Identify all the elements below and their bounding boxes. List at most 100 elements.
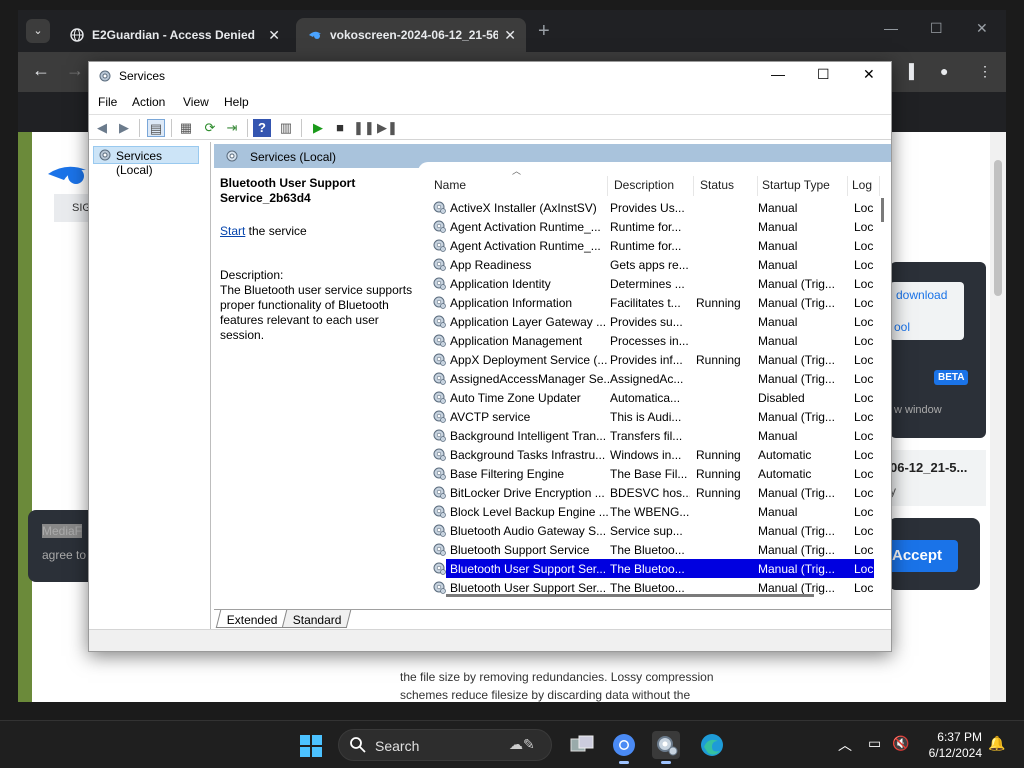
new-tab-button[interactable]: + (538, 20, 550, 43)
back-icon[interactable]: ◀ (93, 119, 111, 137)
services-app-icon[interactable] (652, 731, 680, 764)
horizontal-scrollbar[interactable] (432, 590, 862, 602)
taskbar-search[interactable]: Search ☁✎ (338, 729, 552, 761)
tab-search-button[interactable]: ⌄ (26, 19, 50, 43)
profile-icon[interactable]: ● (940, 63, 948, 79)
service-logon-cell: Loc (854, 334, 874, 348)
table-row[interactable]: Auto Time Zone Updater Automatica... Disab… (418, 388, 888, 407)
start-service-icon[interactable]: ▶ (309, 119, 327, 137)
restart-service-icon[interactable]: ▶❚ (377, 119, 398, 137)
more-menu-icon[interactable]: ⋮ (978, 63, 992, 80)
table-row[interactable]: Background Tasks Infrastru... Windows in.… (418, 445, 888, 464)
tab-extended[interactable]: Extended (215, 610, 287, 628)
menu-view[interactable]: View (183, 95, 209, 109)
table-row[interactable]: BitLocker Drive Encryption ... BDESVC hos… (418, 483, 888, 502)
console-tree: Services (Local) (89, 142, 211, 629)
table-row[interactable]: Bluetooth Audio Gateway S... Service sup.… (418, 521, 888, 540)
refresh-icon[interactable]: ⟳ (201, 119, 219, 137)
service-logon-cell: Loc (854, 315, 874, 329)
start-service-link[interactable]: Start (220, 224, 245, 238)
description-label: Description: (220, 268, 284, 282)
properties-icon[interactable]: ▦ (177, 119, 195, 137)
show-hidden-icons-icon[interactable]: ︿ (838, 735, 852, 755)
table-row[interactable]: ActiveX Installer (AxInstSV) Provides Us.… (418, 198, 888, 217)
help-icon[interactable]: ? (253, 119, 271, 137)
table-row[interactable]: Block Level Backup Engine ... The WBENG..… (418, 502, 888, 521)
column-header-status[interactable]: Status (696, 176, 758, 196)
service-description-cell: BDESVC hos... (610, 486, 690, 500)
table-row[interactable]: Application Information Facilitates t... R… (418, 293, 888, 312)
tab-vokoscreen[interactable]: vokoscreen-2024-06-12_21-56 ✕ (296, 18, 526, 52)
service-gear-icon (432, 238, 447, 253)
menu-help[interactable]: Help (224, 95, 249, 109)
tree-node-services-local[interactable]: Services (Local) (93, 146, 199, 177)
forward-arrow-icon[interactable]: → (66, 60, 84, 81)
close-button[interactable]: ✕ (976, 20, 988, 37)
service-gear-icon (432, 561, 447, 576)
table-row[interactable]: Application Management Processes in... Man… (418, 331, 888, 350)
maximize-button[interactable]: ☐ (930, 20, 943, 37)
minimize-button[interactable]: — (771, 66, 785, 82)
column-header-name[interactable]: Name (430, 176, 608, 196)
column-header-startup-type[interactable]: Startup Type (758, 176, 848, 196)
edge-app-icon[interactable] (698, 731, 726, 759)
side-panel-icon[interactable]: ▐ (904, 63, 914, 79)
service-startup-cell: Manual (758, 258, 798, 272)
page-background-strip (18, 132, 32, 702)
table-row[interactable]: Agent Activation Runtime_... Runtime for.… (418, 236, 888, 255)
console-icon[interactable]: ▥ (277, 119, 295, 137)
vertical-scrollbar[interactable] (876, 192, 888, 592)
table-row[interactable]: Base Filtering Engine The Base Fil... Runn… (418, 464, 888, 483)
pause-service-icon[interactable]: ❚❚ (353, 119, 375, 137)
table-row[interactable]: Application Layer Gateway ... Provides su… (418, 312, 888, 331)
notification-bell-icon[interactable]: 🔔 (988, 735, 1005, 752)
menu-file[interactable]: File (98, 95, 117, 109)
service-name-cell: Bluetooth Support Service (450, 543, 590, 557)
windows-start-icon[interactable] (300, 735, 322, 757)
tab-standard[interactable]: Standard (281, 610, 351, 628)
close-button[interactable]: ✕ (863, 66, 875, 83)
page-scrollbar[interactable] (990, 132, 1006, 702)
tool-link[interactable]: ool (894, 320, 910, 334)
stop-service-icon[interactable]: ■ (331, 119, 349, 137)
table-row[interactable]: AVCTP service This is Audi... Manual (Trig… (418, 407, 888, 426)
scrollbar-thumb[interactable] (446, 594, 814, 597)
service-gear-icon (432, 504, 447, 519)
menu-action[interactable]: Action (132, 95, 165, 109)
table-row[interactable]: AppX Deployment Service (... Provides inf… (418, 350, 888, 369)
volume-muted-icon[interactable]: 🔇 (892, 735, 909, 752)
column-header-description[interactable]: Description (610, 176, 694, 196)
download-link[interactable]: download (896, 288, 947, 302)
table-row[interactable]: Bluetooth Support Service The Bluetoo... M… (418, 540, 888, 559)
table-row[interactable]: AssignedAccessManager Se... AssignedAc...… (418, 369, 888, 388)
system-clock[interactable]: 6:37 PM 6/12/2024 (920, 729, 982, 761)
scrollbar-thumb[interactable] (881, 198, 884, 222)
service-name-cell: App Readiness (450, 258, 532, 272)
service-logon-cell: Loc (854, 220, 874, 234)
forward-icon[interactable]: ▶ (115, 119, 133, 137)
download-card: download ool (890, 282, 964, 340)
show-hide-tree-icon[interactable]: ▤ (147, 119, 165, 137)
globe-icon (70, 28, 84, 42)
table-row[interactable]: Agent Activation Runtime_... Runtime for.… (418, 217, 888, 236)
service-startup-cell: Manual (Trig... (758, 277, 835, 291)
service-gear-icon (432, 219, 447, 234)
table-row[interactable]: Background Intelligent Tran... Transfers … (418, 426, 888, 445)
back-arrow-icon[interactable]: ← (32, 60, 50, 81)
network-icon[interactable]: ▭ (868, 735, 881, 752)
tab-close-icon[interactable]: ✕ (268, 27, 280, 44)
service-description-cell: Provides su... (610, 315, 683, 329)
export-list-icon[interactable]: ⇥ (223, 119, 241, 137)
table-row[interactable]: App Readiness Gets apps re... Manual Loc (418, 255, 888, 274)
scrollbar-thumb[interactable] (994, 160, 1002, 296)
table-row[interactable]: Application Identity Determines ... Manual… (418, 274, 888, 293)
accept-button[interactable]: Accept (888, 540, 958, 572)
task-view-icon[interactable] (568, 731, 596, 759)
maximize-button[interactable]: ☐ (817, 66, 830, 83)
table-row[interactable]: Bluetooth User Support Ser... The Bluetoo… (418, 559, 888, 578)
minimize-button[interactable]: — (884, 20, 898, 36)
chrome-app-icon[interactable] (610, 731, 638, 764)
tab-e2guardian[interactable]: E2Guardian - Access Denied ✕ (58, 18, 290, 52)
tab-close-icon[interactable]: ✕ (504, 27, 516, 44)
services-list: ︿ Name Description Status Startup Type L… (418, 162, 891, 607)
